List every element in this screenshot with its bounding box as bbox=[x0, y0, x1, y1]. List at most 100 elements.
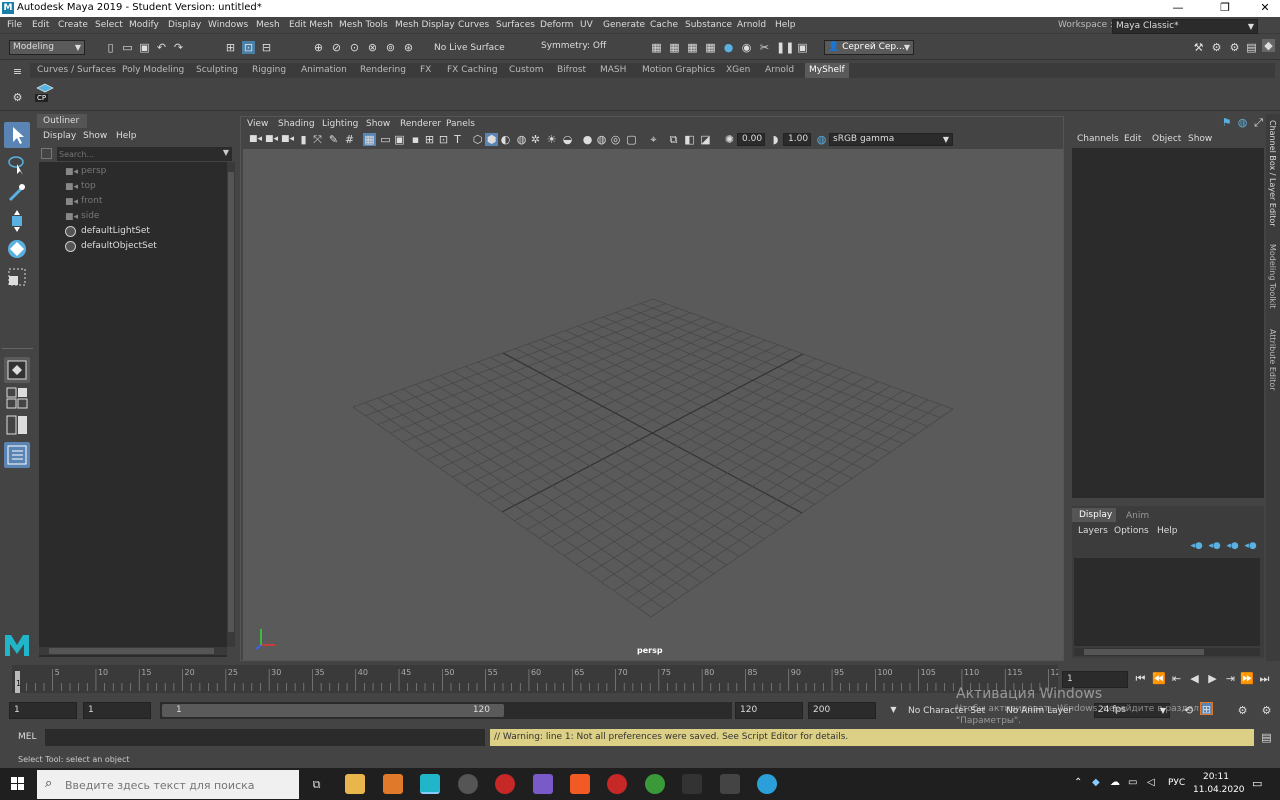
outliner-vertical-scrollbar[interactable] bbox=[227, 162, 235, 647]
four-view-button[interactable] bbox=[4, 386, 30, 410]
outliner-tab[interactable]: Outliner bbox=[37, 114, 87, 128]
viewport-menu-view[interactable]: View bbox=[247, 119, 268, 129]
outliner-item-default-light-set[interactable]: defaultLightSet bbox=[81, 226, 150, 236]
shield-icon[interactable] bbox=[720, 774, 740, 794]
outliner-search-field[interactable]: ▼ bbox=[57, 147, 232, 161]
snap-grid-icon[interactable]: ⊕ bbox=[312, 41, 325, 54]
torrent-icon[interactable] bbox=[645, 774, 665, 794]
menu-modify[interactable]: Modify bbox=[129, 20, 159, 30]
shelf-tab-poly-modeling[interactable]: Poly Modeling bbox=[122, 65, 184, 75]
clock-date[interactable]: 11.04.2020 bbox=[1193, 785, 1245, 795]
side-tab-attribute-editor[interactable]: Attribute Editor bbox=[1268, 329, 1277, 391]
shelf-tab-rigging[interactable]: Rigging bbox=[252, 65, 286, 75]
auto-key-icon[interactable]: ⊞ bbox=[1200, 702, 1213, 716]
shelf-tab-fx-caching[interactable]: FX Caching bbox=[447, 65, 498, 75]
channel-menu-edit[interactable]: Edit bbox=[1124, 134, 1141, 144]
step-back-key-icon[interactable]: ⏪ bbox=[1152, 672, 1166, 685]
pause-render-icon[interactable]: ❚❚ bbox=[776, 41, 794, 54]
language-indicator[interactable]: РУС bbox=[1168, 778, 1185, 788]
animation-start-field[interactable]: 1 bbox=[9, 702, 77, 719]
shelf-tab-myshelf[interactable]: MyShelf bbox=[805, 63, 849, 78]
menu-edit[interactable]: Edit bbox=[32, 20, 49, 30]
menu-generate[interactable]: Generate bbox=[603, 20, 645, 30]
new-scene-icon[interactable]: ▯ bbox=[104, 41, 117, 54]
layout-toggle-icon[interactable]: ◆ bbox=[1262, 39, 1275, 52]
lasso-tool-button[interactable] bbox=[4, 152, 30, 178]
outliner-item-side[interactable]: side bbox=[81, 211, 99, 221]
new-layer-selected-icon[interactable]: ◂● bbox=[1208, 540, 1221, 553]
grid-toggle-icon[interactable]: # bbox=[343, 133, 356, 146]
outliner-item-front[interactable]: front bbox=[81, 196, 102, 206]
chevron-up-icon[interactable]: ⌃ bbox=[1074, 777, 1082, 788]
open-scene-icon[interactable]: ▭ bbox=[121, 41, 134, 54]
app-icon-1[interactable] bbox=[458, 774, 478, 794]
telegram-icon[interactable] bbox=[757, 774, 777, 794]
go-to-end-icon[interactable]: ⏭ bbox=[1258, 672, 1271, 685]
anti-aliasing-icon[interactable]: ◍ bbox=[595, 133, 608, 146]
xray-icon[interactable]: ⌖ bbox=[647, 133, 660, 146]
step-forward-frame-icon[interactable]: ⇥ bbox=[1224, 672, 1237, 685]
viewport-menu-lighting[interactable]: Lighting bbox=[322, 119, 358, 129]
menu-substance[interactable]: Substance bbox=[685, 20, 732, 30]
shelf-tab-xgen[interactable]: XGen bbox=[726, 65, 750, 75]
snap-point-icon[interactable]: ⊙ bbox=[348, 41, 361, 54]
grease-pencil-icon[interactable]: ✎ bbox=[327, 133, 340, 146]
exposure-icon[interactable]: ✺ bbox=[723, 133, 736, 146]
single-perspective-view-button[interactable] bbox=[4, 357, 30, 383]
menu-create[interactable]: Create bbox=[58, 20, 88, 30]
anim-prefs-icon[interactable]: ⚙ bbox=[1236, 704, 1249, 717]
sublime-icon[interactable] bbox=[383, 774, 403, 794]
shelf-button-cp[interactable]: CP bbox=[33, 83, 57, 105]
playback-end-field[interactable]: 120 bbox=[735, 702, 803, 719]
channel-box-icon[interactable]: ▤ bbox=[1245, 41, 1258, 54]
film-gate-icon[interactable]: ▭ bbox=[379, 133, 392, 146]
shadows-icon[interactable]: ☀ bbox=[545, 133, 558, 146]
hypershade-icon[interactable]: ● bbox=[722, 41, 735, 54]
shelf-tab-fx[interactable]: FX bbox=[420, 65, 431, 75]
gate-mask-icon[interactable]: ▪ bbox=[409, 133, 422, 146]
menu-cache[interactable]: Cache bbox=[650, 20, 678, 30]
channel-menu-object[interactable]: Object bbox=[1152, 134, 1181, 144]
gamma-field[interactable]: 1.00 bbox=[783, 133, 811, 146]
render-region-icon[interactable]: ▣ bbox=[796, 41, 809, 54]
menu-mesh-tools[interactable]: Mesh Tools bbox=[339, 20, 388, 30]
live-surface-label[interactable]: No Live Surface bbox=[434, 43, 505, 53]
shelf-tab-custom[interactable]: Custom bbox=[509, 65, 543, 75]
channel-box-area[interactable] bbox=[1072, 148, 1264, 498]
task-view-icon[interactable]: ⧉ bbox=[310, 778, 323, 791]
shelf-tab-motion-graphics[interactable]: Motion Graphics bbox=[642, 65, 715, 75]
taskbar-search-input[interactable] bbox=[65, 777, 295, 793]
snap-curve-icon[interactable]: ⊘ bbox=[330, 41, 343, 54]
symmetry-dropdown[interactable]: Symmetry: Off bbox=[538, 40, 614, 55]
outliner-menu-show[interactable]: Show bbox=[83, 131, 107, 141]
outliner-item-top[interactable]: top bbox=[81, 181, 96, 191]
taskbar-search-box[interactable]: ⌕ bbox=[37, 770, 299, 799]
play-forwards-icon[interactable]: ▶ bbox=[1206, 672, 1219, 685]
arnold-render-icon[interactable]: ✂ bbox=[758, 41, 771, 54]
tool-settings-icon[interactable]: ⚙ bbox=[1228, 41, 1241, 54]
select-hierarchy-icon[interactable]: ⊞ bbox=[224, 41, 237, 54]
windows-start-icon[interactable] bbox=[11, 777, 25, 791]
select-tool-button[interactable] bbox=[4, 122, 30, 148]
command-input[interactable] bbox=[45, 729, 485, 746]
textured-icon[interactable]: ◍ bbox=[515, 133, 528, 146]
rotate-tool-button[interactable] bbox=[4, 236, 30, 262]
outliner-menu-help[interactable]: Help bbox=[116, 131, 137, 141]
exposure-field[interactable]: 0.00 bbox=[737, 133, 765, 146]
side-tab-modeling-toolkit[interactable]: Modeling Toolkit bbox=[1268, 244, 1277, 308]
onedrive-icon[interactable]: ☁ bbox=[1110, 777, 1120, 788]
side-tab-channel-box[interactable]: Channel Box / Layer Editor bbox=[1268, 120, 1277, 227]
isolate-select-icon[interactable]: ▢ bbox=[625, 133, 638, 146]
render-view-icon[interactable]: ◉ bbox=[740, 41, 753, 54]
layer-menu-help[interactable]: Help bbox=[1157, 526, 1178, 536]
shelf-tab-arnold[interactable]: Arnold bbox=[765, 65, 794, 75]
grid-icon[interactable]: ▦ bbox=[363, 133, 376, 146]
anim-layer-dropdown[interactable]: No Anim Layer bbox=[1006, 706, 1072, 716]
menu-uv[interactable]: UV bbox=[580, 20, 593, 30]
time-slider-track[interactable]: 5 10 15 20 25 30 35 40 45 50 55 60 65 70 75 80 85 90 95 100… bbox=[12, 665, 1066, 693]
menu-edit-mesh[interactable]: Edit Mesh bbox=[289, 20, 333, 30]
field-chart-icon[interactable]: ⊞ bbox=[423, 133, 436, 146]
render-sequence-icon[interactable]: ▦ bbox=[668, 41, 681, 54]
paint-select-tool-button[interactable] bbox=[4, 180, 30, 206]
render-settings-icon[interactable]: ▦ bbox=[704, 41, 717, 54]
